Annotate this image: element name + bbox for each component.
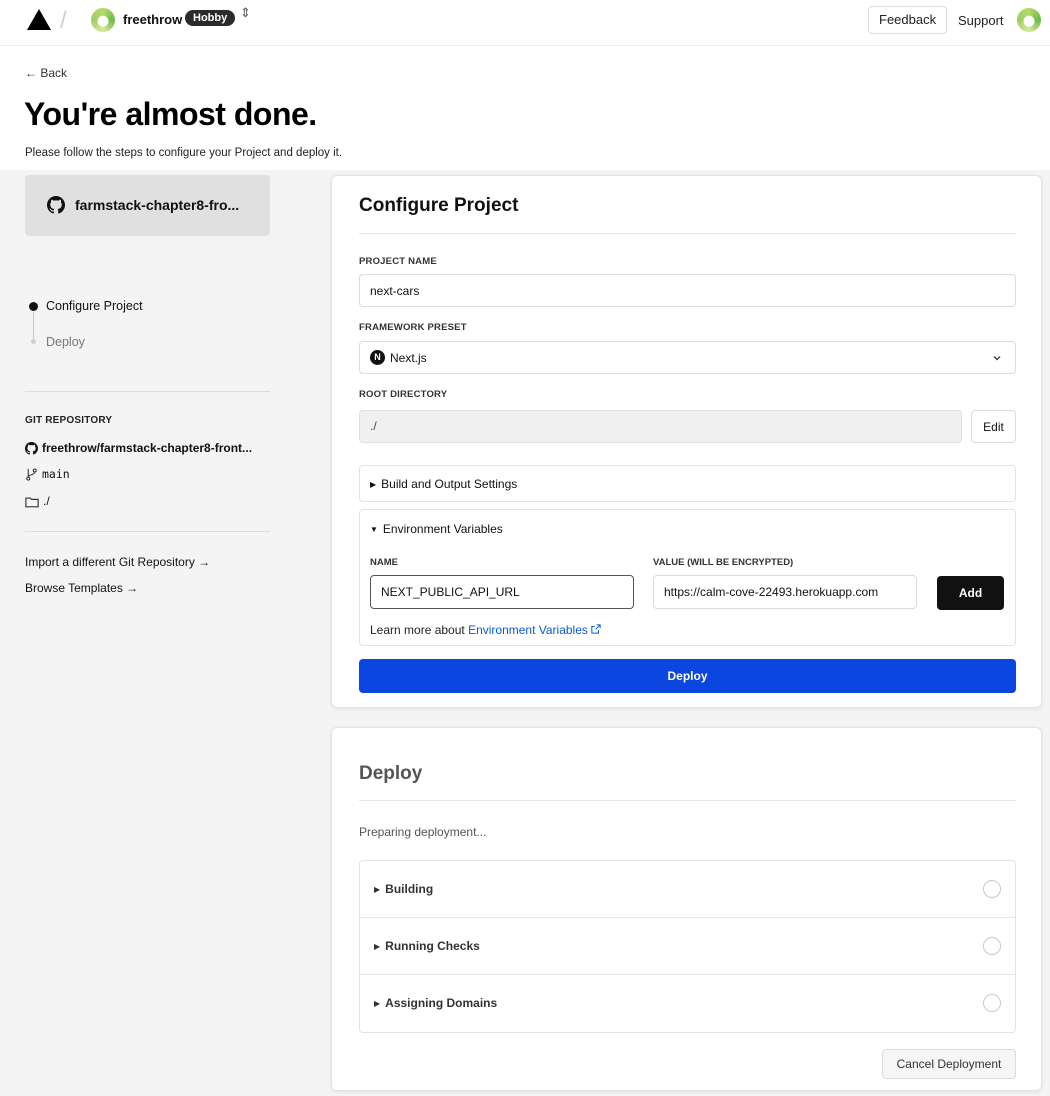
git-repository-heading: GIT REPOSITORY (25, 415, 113, 426)
project-name-label: PROJECT NAME (359, 256, 437, 267)
nav-separator: / (60, 7, 67, 34)
git-repo-name: freethrow/farmstack-chapter8-front... (42, 441, 253, 455)
stage-label: ▶ Running Checks (374, 939, 480, 953)
card-divider (359, 800, 1016, 801)
github-icon (25, 442, 38, 456)
git-branch-icon (26, 468, 37, 481)
learn-more-text: Learn more about Environment Variables (370, 623, 601, 637)
team-name[interactable]: freethrow (123, 12, 182, 27)
configure-project-card: Configure Project PROJECT NAME FRAMEWORK… (331, 175, 1042, 708)
support-link[interactable]: Support (958, 13, 1004, 28)
git-branch-name: main (42, 467, 70, 481)
back-link[interactable]: ← Back (25, 66, 67, 80)
browse-templates-link[interactable]: Browse Templates → (25, 581, 138, 595)
git-branch-row: main (25, 467, 70, 481)
repo-card: farmstack-chapter8-fro... (25, 175, 270, 236)
chevron-down-icon (993, 355, 1001, 361)
configure-title: Configure Project (359, 195, 519, 216)
plan-badge: Hobby (185, 10, 236, 26)
import-repo-link[interactable]: Import a different Git Repository → (25, 555, 210, 569)
page-subtitle: Please follow the steps to configure you… (25, 147, 343, 159)
build-output-settings-label: ▶ Build and Output Settings (370, 477, 518, 491)
step-deploy: Deploy (46, 335, 85, 349)
step-indicator-active (29, 302, 38, 311)
deployment-status: Preparing deployment... (359, 825, 487, 839)
environment-variables-link[interactable]: Environment Variables (468, 623, 588, 637)
deploy-card: Deploy Preparing deployment... ▶ Building… (331, 727, 1042, 1091)
sidebar-divider (25, 531, 270, 532)
step-indicator (31, 339, 36, 344)
stage-assigning-domains[interactable]: ▶ Assigning Domains (360, 975, 1015, 1032)
environment-variables-toggle[interactable]: ▼ Environment Variables (370, 522, 503, 536)
step-connector (33, 312, 34, 342)
env-name-input[interactable] (370, 575, 634, 609)
sidebar-divider (25, 391, 270, 392)
team-switcher-icon[interactable]: ⇕ (240, 6, 251, 19)
env-name-label: NAME (370, 557, 398, 568)
pending-status-icon (983, 880, 1001, 898)
github-icon (47, 196, 65, 214)
stage-building[interactable]: ▶ Building (360, 861, 1015, 918)
framework-preset-value: Next.js (390, 351, 427, 365)
folder-icon (25, 497, 39, 508)
feedback-button[interactable]: Feedback (868, 6, 948, 34)
deployment-stage-list: ▶ Building ▶ Running Checks ▶ Assigning Dom… (359, 860, 1016, 1033)
git-repo-row[interactable]: freethrow/farmstack-chapter8-front... (25, 441, 253, 456)
git-directory-row: ./ (25, 494, 50, 508)
card-divider (359, 233, 1016, 234)
external-link-icon (591, 624, 601, 634)
stage-label: ▶ Assigning Domains (374, 996, 498, 1010)
stage-label: ▶ Building (374, 882, 434, 896)
edit-root-directory-button[interactable]: Edit (971, 410, 1016, 443)
top-navigation: / freethrow Hobby ⇕ Feedback Support (0, 0, 1050, 46)
deploy-title: Deploy (359, 763, 423, 784)
environment-variables-section: ▼ Environment Variables NAME VALUE (WILL … (359, 509, 1016, 646)
pending-status-icon (983, 994, 1001, 1012)
add-env-variable-button[interactable]: Add (937, 576, 1004, 610)
project-name-input[interactable] (359, 274, 1016, 307)
framework-preset-label: FRAMEWORK PRESET (359, 322, 467, 333)
root-directory-label: ROOT DIRECTORY (359, 389, 448, 400)
root-directory-input: ./ (359, 410, 962, 443)
git-directory-value: ./ (43, 494, 50, 508)
user-avatar[interactable] (1017, 8, 1041, 32)
pending-status-icon (983, 937, 1001, 955)
repo-card-name: farmstack-chapter8-fro... (75, 197, 240, 213)
page-title: You're almost done. (24, 96, 317, 132)
team-avatar[interactable] (91, 8, 115, 32)
framework-preset-select[interactable]: N Next.js (359, 341, 1016, 374)
step-configure-project: Configure Project (46, 299, 143, 313)
cancel-deployment-button[interactable]: Cancel Deployment (882, 1049, 1016, 1079)
deploy-button[interactable]: Deploy (359, 659, 1016, 693)
build-output-settings-toggle[interactable]: ▶ Build and Output Settings (359, 465, 1016, 502)
env-value-input[interactable] (653, 575, 917, 609)
stage-running-checks[interactable]: ▶ Running Checks (360, 918, 1015, 975)
nextjs-icon: N (370, 350, 385, 365)
env-value-label: VALUE (WILL BE ENCRYPTED) (653, 557, 794, 568)
triangle-logo-icon[interactable] (27, 9, 51, 30)
